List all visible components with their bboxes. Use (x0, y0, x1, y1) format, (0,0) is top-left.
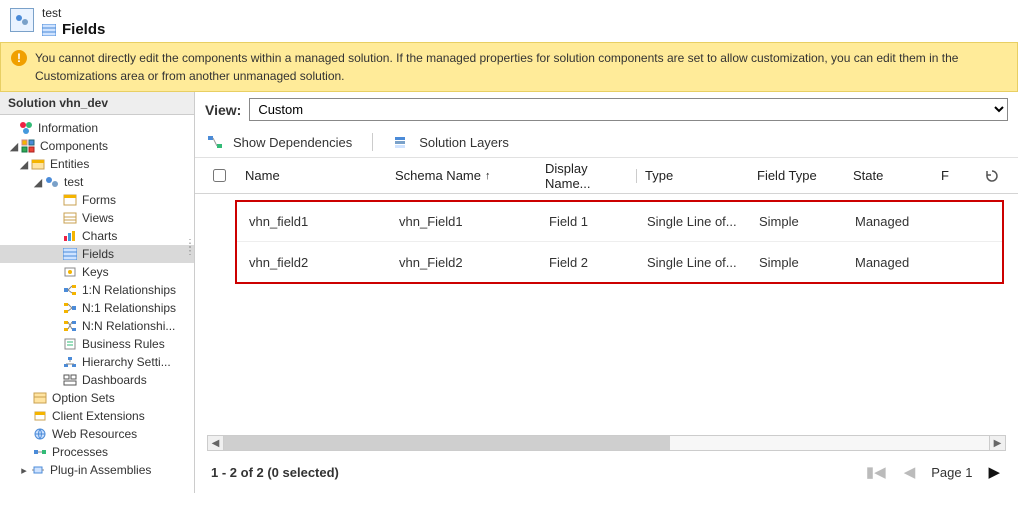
splitter-handle[interactable]: ⋮⋮⋮ (185, 242, 195, 254)
tree-client-extensions[interactable]: Client Extensions (0, 407, 194, 425)
col-type[interactable]: Type (637, 168, 749, 183)
tree-entity-test[interactable]: ◢test (0, 173, 194, 191)
tree-forms[interactable]: Forms (0, 191, 194, 209)
cell-display: Field 1 (541, 214, 639, 229)
refresh-button[interactable] (984, 168, 1000, 184)
entity-header-icon (10, 8, 34, 32)
view-select[interactable]: Custom (249, 98, 1008, 121)
warning-text: You cannot directly edit the components … (35, 49, 1007, 85)
record-status: 1 - 2 of 2 (0 selected) (211, 465, 339, 480)
sidebar-header: Solution vhn_dev (0, 92, 194, 115)
content-area: View: Custom Show Dependencies Solution … (195, 92, 1018, 493)
tree-dashboards[interactable]: Dashboards (0, 371, 194, 389)
grid-row[interactable]: vhn_field1 vhn_Field1 Field 1 Single Lin… (237, 202, 1002, 242)
page-label: Page 1 (931, 465, 972, 480)
header-super: test (42, 6, 105, 20)
view-selector-row: View: Custom (195, 92, 1018, 127)
header-title: Fields (62, 21, 105, 38)
tree-hierarchy[interactable]: Hierarchy Setti... (0, 353, 194, 371)
view-label: View: (205, 102, 241, 118)
collapse-icon[interactable]: ◢ (32, 176, 44, 189)
col-field-type[interactable]: Field Type (749, 168, 845, 183)
cell-state: Managed (847, 214, 933, 229)
tree-option-sets[interactable]: Option Sets (0, 389, 194, 407)
tree-nn[interactable]: N:N Relationshi... (0, 317, 194, 335)
header-titles: test Fields (42, 6, 105, 38)
tree-keys[interactable]: Keys (0, 263, 194, 281)
grid-header: Name Schema Name↑ Display Name... Type F… (195, 158, 1018, 194)
fields-grid: Name Schema Name↑ Display Name... Type F… (195, 158, 1018, 423)
fields-icon (42, 24, 56, 36)
cell-name: vhn_field1 (241, 214, 391, 229)
layers-icon (393, 134, 409, 150)
grid-body-highlight: vhn_field1 vhn_Field1 Field 1 Single Lin… (235, 200, 1004, 284)
tree-charts[interactable]: Charts (0, 227, 194, 245)
solution-sidebar: Solution vhn_dev Information ◢Components… (0, 92, 195, 493)
sort-asc-icon: ↑ (485, 170, 491, 182)
first-page-button[interactable]: ▮◀ (864, 461, 888, 483)
tree-web-resources[interactable]: Web Resources (0, 425, 194, 443)
scrollbar-thumb[interactable] (224, 436, 670, 450)
col-extra[interactable]: F (933, 168, 1008, 184)
expand-icon[interactable]: ▸ (18, 464, 30, 477)
cell-field-type: Simple (751, 255, 847, 270)
tree-1n[interactable]: 1:N Relationships (0, 281, 194, 299)
cell-state: Managed (847, 255, 933, 270)
managed-solution-warning: ! You cannot directly edit the component… (0, 42, 1018, 92)
toolbar: Show Dependencies Solution Layers (195, 127, 1018, 158)
dependencies-icon (207, 134, 223, 150)
page-header: test Fields (0, 0, 1018, 42)
tree-fields[interactable]: Fields (0, 245, 194, 263)
col-schema[interactable]: Schema Name↑ (387, 168, 537, 183)
select-all-header[interactable] (205, 169, 237, 182)
pager: ▮◀ ◀ Page 1 ▶ (864, 461, 1002, 483)
col-name[interactable]: Name (237, 168, 387, 183)
horizontal-scrollbar[interactable]: ◀ ▶ (207, 435, 1006, 451)
scroll-left-arrow[interactable]: ◀ (208, 436, 224, 450)
cell-type: Single Line of... (639, 255, 751, 270)
tree-plugin-assemblies[interactable]: ▸Plug-in Assemblies (0, 461, 194, 479)
toolbar-divider (372, 133, 373, 151)
warning-icon: ! (11, 50, 27, 66)
cell-type: Single Line of... (639, 214, 751, 229)
collapse-icon[interactable]: ◢ (18, 158, 30, 171)
tree-views[interactable]: Views (0, 209, 194, 227)
solution-tree: Information ◢Components ◢Entities ◢test … (0, 115, 194, 483)
col-display[interactable]: Display Name... (537, 161, 637, 191)
grid-footer: 1 - 2 of 2 (0 selected) ▮◀ ◀ Page 1 ▶ (195, 451, 1018, 493)
solution-layers-button[interactable]: Solution Layers (391, 131, 511, 153)
cell-schema: vhn_Field1 (391, 214, 541, 229)
select-all-checkbox[interactable] (213, 169, 226, 182)
cell-name: vhn_field2 (241, 255, 391, 270)
show-dependencies-button[interactable]: Show Dependencies (205, 131, 354, 153)
grid-row[interactable]: vhn_field2 vhn_Field2 Field 2 Single Lin… (237, 242, 1002, 282)
scroll-right-arrow[interactable]: ▶ (989, 436, 1005, 450)
tree-information[interactable]: Information (0, 119, 194, 137)
cell-display: Field 2 (541, 255, 639, 270)
tree-components[interactable]: ◢Components (0, 137, 194, 155)
tree-n1[interactable]: N:1 Relationships (0, 299, 194, 317)
cell-field-type: Simple (751, 214, 847, 229)
col-state[interactable]: State (845, 168, 933, 183)
prev-page-button[interactable]: ◀ (902, 461, 918, 483)
tree-business-rules[interactable]: Business Rules (0, 335, 194, 353)
next-page-button[interactable]: ▶ (986, 461, 1002, 483)
gears-icon (14, 12, 30, 28)
tree-processes[interactable]: Processes (0, 443, 194, 461)
cell-schema: vhn_Field2 (391, 255, 541, 270)
tree-entities[interactable]: ◢Entities (0, 155, 194, 173)
collapse-icon[interactable]: ◢ (8, 140, 20, 153)
